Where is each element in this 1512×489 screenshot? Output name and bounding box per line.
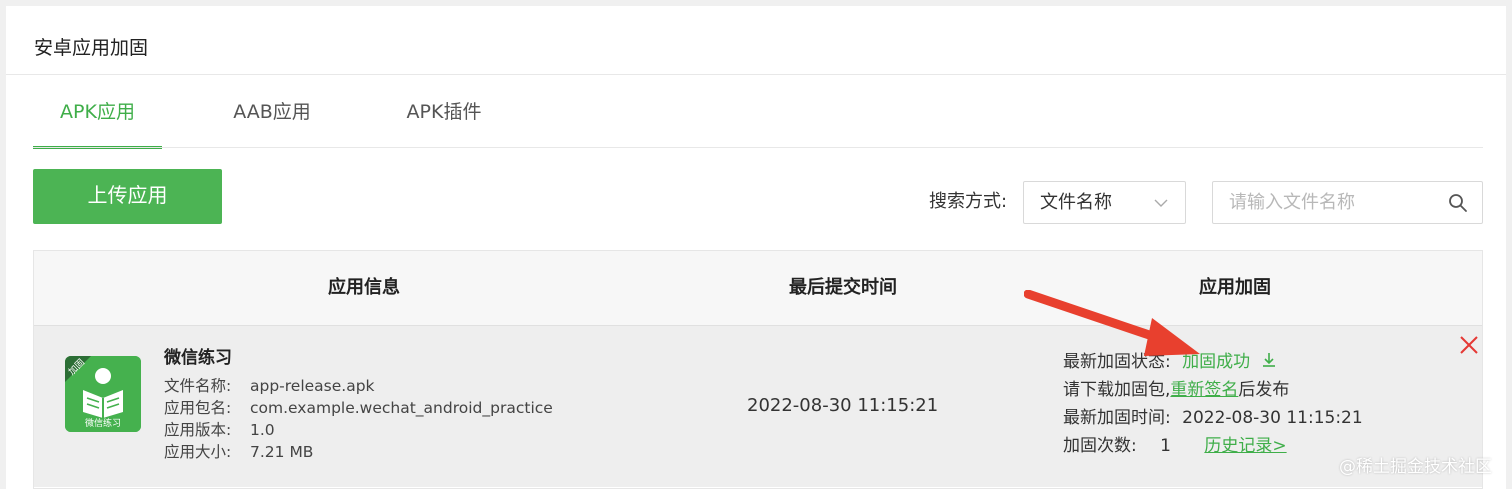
info-value: com.example.wechat_android_practice [250,399,553,417]
info-version: 应用版本: 1.0 [164,419,275,441]
count-value: 1 [1160,436,1171,456]
tabs-divider [33,147,1483,148]
info-key: 应用包名: [164,399,232,417]
submit-time: 2022-08-30 11:15:21 [747,395,939,416]
info-value: 7.21 MB [250,443,314,461]
info-key: 应用版本: [164,421,232,439]
close-icon[interactable] [1458,334,1480,356]
search-box [1212,181,1483,224]
count-label: 加固次数: [1063,436,1137,456]
info-size: 应用大小: 7.21 MB [164,441,313,463]
upload-app-button[interactable]: 上传应用 [33,169,222,224]
tab-apk-plugin[interactable]: APK插件 [399,94,489,149]
title-divider [6,74,1506,75]
info-package-name: 应用包名: com.example.wechat_android_practice [164,397,553,419]
table-header: 应用信息 最后提交时间 应用加固 [34,251,1482,325]
chevron-down-icon [1154,199,1168,207]
header-protection: 应用加固 [1199,277,1271,298]
download-suffix: 后发布 [1238,380,1290,400]
protection-status: 最新加固状态: 加固成功 [1063,350,1278,374]
time-value: 2022-08-30 11:15:21 [1182,408,1363,428]
tab-aab[interactable]: AAB应用 [227,94,317,149]
page-panel: 安卓应用加固 APK应用 AAB应用 APK插件 上传应用 搜索方式: 文件名称… [6,6,1506,489]
app-icon-caption: 微信练习 [84,419,121,429]
info-value: 1.0 [250,421,275,439]
header-app-info: 应用信息 [328,277,400,298]
page-title: 安卓应用加固 [34,37,149,59]
download-icon[interactable] [1260,351,1278,369]
apps-table: 应用信息 最后提交时间 应用加固 加固 微信练习 微信练习 文件名称: app-… [33,250,1483,489]
tab-apk[interactable]: APK应用 [33,94,162,149]
tab-bar: APK应用 AAB应用 APK插件 [33,94,1483,149]
status-value: 加固成功 [1182,352,1251,372]
search-input[interactable] [1213,182,1438,223]
search-icon[interactable] [1448,193,1468,213]
info-key: 文件名称: [164,377,232,395]
search-mode-label: 搜索方式: [929,191,1008,212]
status-label: 最新加固状态: [1063,352,1171,372]
search-mode-select[interactable]: 文件名称 [1023,181,1186,224]
watermark: @稀土掘金技术社区 [1339,457,1492,477]
history-link[interactable]: 历史记录> [1204,436,1286,456]
protection-time: 最新加固时间: 2022-08-30 11:15:21 [1063,406,1363,430]
search-mode-value: 文件名称 [1040,192,1112,213]
download-hint: 请下载加固包,重新签名后发布 [1063,378,1289,402]
download-prefix: 请下载加固包, [1063,380,1171,400]
info-file-name: 文件名称: app-release.apk [164,375,375,397]
info-key: 应用大小: [164,443,232,461]
app-name: 微信练习 [164,348,232,368]
info-value: app-release.apk [250,377,375,395]
app-icon: 加固 微信练习 [65,356,141,432]
table-row: 加固 微信练习 微信练习 文件名称: app-release.apk 应用包名: c… [34,325,1482,487]
protection-count: 加固次数: 1 历史记录> [1063,434,1287,458]
header-submit-time: 最后提交时间 [789,277,897,298]
resign-link[interactable]: 重新签名 [1170,380,1238,400]
time-label: 最新加固时间: [1063,408,1171,428]
